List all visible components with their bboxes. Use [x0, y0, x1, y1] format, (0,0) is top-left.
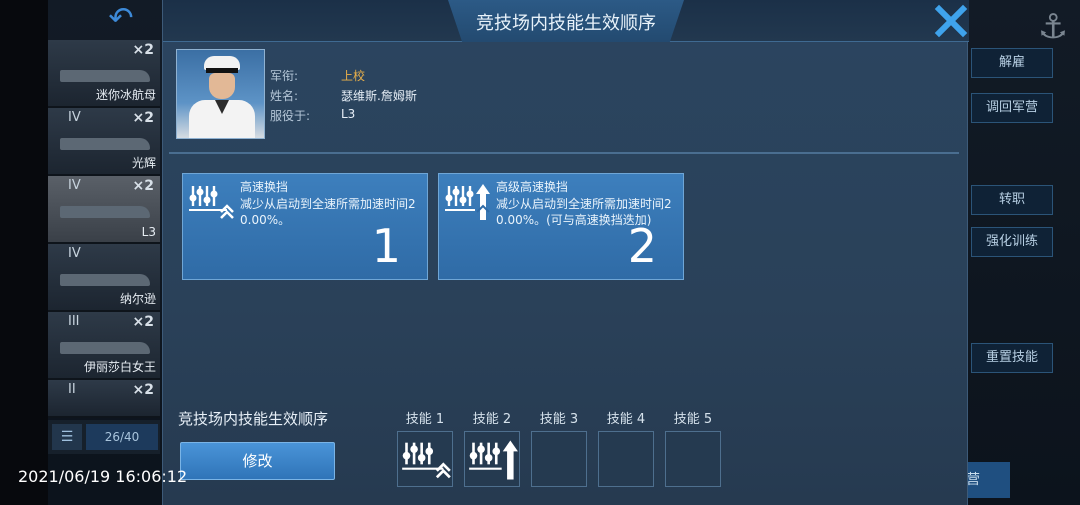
ship-count-indicator: 26/40 — [86, 424, 158, 450]
slot-label: 技能 2 — [472, 412, 512, 427]
skill-name: 高级高速换挡 — [496, 180, 569, 194]
ship-card[interactable]: IV 纳尔逊 — [48, 244, 160, 312]
divider — [169, 152, 959, 154]
reset-skills-button[interactable]: 重置技能 — [971, 343, 1053, 373]
name-label: 姓名: — [270, 89, 299, 103]
slot-label: 技能 1 — [405, 412, 445, 427]
serve-label: 服役于: — [270, 109, 311, 123]
ship-image — [60, 138, 150, 150]
ship-tier: III — [68, 314, 80, 329]
ship-card[interactable]: III ×2 伊丽莎白女王 — [48, 312, 160, 380]
ship-tier: IV — [68, 178, 81, 193]
ship-name: 纳尔逊 — [119, 292, 156, 306]
skill-card-1[interactable]: 高速换挡 减少从启动到全速所需加速时间20.00%。 1 — [182, 173, 428, 280]
transfer-button[interactable]: 转职 — [971, 185, 1053, 215]
advanced-gear-shift-icon — [443, 182, 491, 222]
modify-button[interactable]: 修改 — [180, 442, 335, 480]
skill-order-dialog: 竞技场内技能生效顺序 军衔: 上校 姓名: 瑟维斯.詹姆斯 服役于: L3 高速… — [162, 0, 969, 505]
advanced-gear-shift-icon — [469, 440, 518, 480]
slot-label: 技能 5 — [673, 412, 713, 427]
ship-card[interactable]: IV ×2 光辉 — [48, 108, 160, 176]
skill-slot-5[interactable] — [665, 431, 721, 487]
skill-slot-1[interactable] — [397, 431, 453, 487]
ship-count: ×2 — [132, 42, 154, 58]
back-arrow-icon[interactable]: ↶ — [96, 2, 146, 36]
ship-tier: II — [68, 382, 76, 397]
ship-image — [60, 206, 150, 218]
slot-label: 技能 3 — [539, 412, 579, 427]
ship-image — [60, 342, 150, 354]
list-menu-icon[interactable]: ☰ — [52, 424, 82, 450]
ship-count: ×2 — [132, 178, 154, 194]
left-edge — [0, 0, 48, 505]
skill-name: 高速换挡 — [240, 180, 289, 194]
anchor-icon: ⚓ — [1037, 7, 1069, 47]
recall-barracks-button[interactable]: 调回军营 — [971, 93, 1053, 123]
ship-tier: IV — [68, 246, 81, 261]
skill-order-number: 2 — [627, 219, 657, 273]
ship-list-footer: ☰ 26/40 — [48, 420, 160, 454]
ship-card[interactable]: II ×2 — [48, 380, 160, 418]
ship-image — [60, 274, 150, 286]
skill-card-2[interactable]: 高级高速换挡 减少从启动到全速所需加速时间20.00%。(可与高速换挡迭加) 2 — [438, 173, 684, 280]
name-value: 瑟维斯.詹姆斯 — [341, 89, 417, 103]
ship-name: L3 — [141, 225, 156, 239]
skill-slot-3[interactable] — [531, 431, 587, 487]
enhance-training-button[interactable]: 强化训练 — [971, 227, 1053, 257]
skill-slot-4[interactable] — [598, 431, 654, 487]
close-icon[interactable] — [933, 3, 969, 39]
ship-image — [60, 70, 150, 82]
gear-shift-icon — [187, 182, 235, 222]
rank-label: 军衔: — [270, 69, 299, 83]
ship-name: 迷你冰航母 — [95, 88, 156, 102]
dialog-title: 竞技场内技能生效顺序 — [476, 13, 656, 34]
skill-order-heading: 竞技场内技能生效顺序 — [178, 410, 329, 428]
ship-count: ×2 — [132, 382, 154, 398]
ship-tier: IV — [68, 110, 81, 125]
rank-value: 上校 — [341, 69, 366, 83]
slot-label: 技能 4 — [606, 412, 646, 427]
ship-name: 光辉 — [131, 156, 156, 170]
officer-portrait — [176, 49, 265, 139]
ship-card[interactable]: ×2 迷你冰航母 — [48, 40, 160, 108]
ship-count: ×2 — [132, 314, 154, 330]
ship-card-selected[interactable]: IV ×2 L3 — [48, 176, 160, 244]
skill-slot-2[interactable] — [464, 431, 520, 487]
serve-value: L3 — [341, 107, 356, 121]
gear-shift-icon — [402, 442, 451, 479]
skill-order-number: 1 — [371, 219, 401, 273]
dismiss-button[interactable]: 解雇 — [971, 48, 1053, 78]
ship-name: 伊丽莎白女王 — [83, 360, 156, 374]
screenshot-timestamp: 2021/06/19 16:06:12 — [18, 467, 188, 486]
ship-count: ×2 — [132, 110, 154, 126]
